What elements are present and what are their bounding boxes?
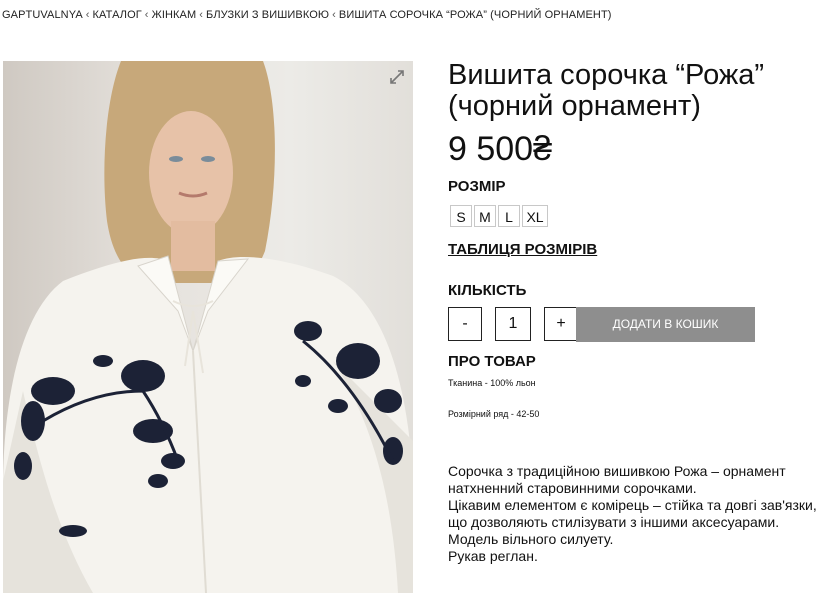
breadcrumb-current: ВИШИТА СОРОЧКА “РОЖА” (ЧОРНИЙ ОРНАМЕНТ) — [338, 9, 612, 21]
description-line: Цікавим елементом є комірець – стійка та… — [448, 497, 817, 530]
size-label: РОЗМІР — [448, 178, 506, 195]
product-price: 9 500₴ — [448, 130, 552, 168]
size-option-xl[interactable]: XL — [522, 205, 548, 227]
breadcrumb-home[interactable]: GAPTUVALNYA — [2, 9, 83, 21]
breadcrumb: GAPTUVALNYA ‹ КАТАЛОГ ‹ ЖІНКАМ ‹ БЛУЗКИ З ВИШИ… — [2, 9, 612, 21]
size-range-info: Розмірний ряд - 42-50 — [448, 409, 540, 419]
fabric-info: Тканина - 100% льон — [448, 378, 536, 388]
product-photo[interactable] — [3, 61, 413, 593]
price-value: 9 500 — [448, 130, 534, 168]
expand-icon[interactable] — [389, 69, 405, 85]
quantity-plus-button[interactable]: + — [544, 307, 578, 341]
breadcrumb-separator: ‹ — [332, 9, 336, 21]
size-option-s[interactable]: S — [450, 205, 472, 227]
about-label: ПРО ТОВАР — [448, 353, 536, 370]
size-option-m[interactable]: M — [474, 205, 496, 227]
breadcrumb-separator: ‹ — [85, 9, 90, 21]
description-line: Рукав реглан. — [448, 548, 538, 564]
breadcrumb-blouses[interactable]: БЛУЗКИ З ВИШИВКОЮ — [206, 9, 329, 21]
quantity-input[interactable]: 1 — [495, 307, 531, 341]
description-line: Модель вільного силуету. — [448, 531, 614, 547]
product-photo-illustration — [3, 61, 413, 593]
currency-icon: ₴ — [533, 130, 553, 168]
product-title: Вишита сорочка “Рожа” (чорний орнамент) — [448, 59, 765, 122]
breadcrumb-separator: ‹ — [144, 9, 149, 21]
size-selector: S M L XL — [450, 205, 548, 227]
product-description: Сорочка з традиційною вишивкою Рожа – ор… — [448, 463, 832, 565]
quantity-label: КІЛЬКІСТЬ — [448, 282, 527, 299]
quantity-minus-button[interactable]: - — [448, 307, 482, 341]
size-table-link[interactable]: ТАБЛИЦЯ РОЗМІРІВ — [448, 241, 597, 258]
breadcrumb-separator: ‹ — [199, 9, 203, 21]
add-to-cart-button[interactable]: ДОДАТИ В КОШИК — [576, 307, 755, 342]
quantity-stepper: - 1 + — [448, 307, 578, 341]
breadcrumb-women[interactable]: ЖІНКАМ — [152, 9, 197, 21]
description-line: Сорочка з традиційною вишивкою Рожа – ор… — [448, 463, 786, 496]
breadcrumb-catalog[interactable]: КАТАЛОГ — [93, 9, 142, 21]
size-option-l[interactable]: L — [498, 205, 520, 227]
